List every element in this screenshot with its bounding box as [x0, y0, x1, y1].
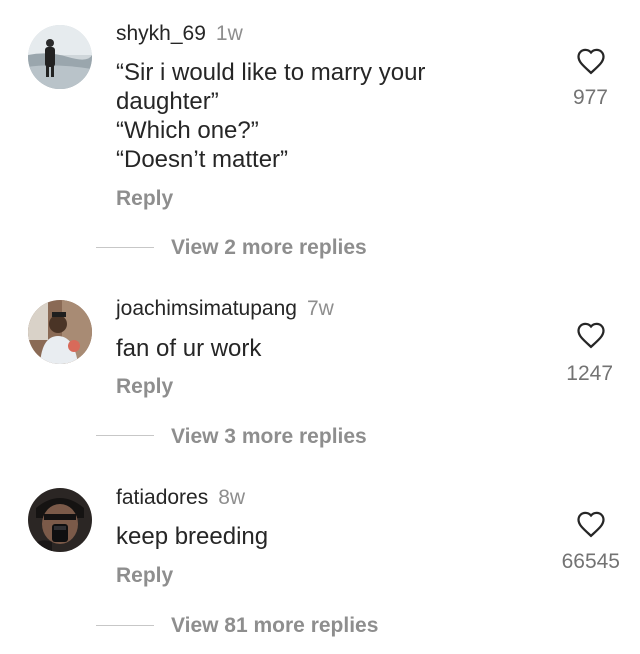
avatar-photo-icon [28, 488, 92, 552]
replies-divider [96, 625, 154, 626]
comment-username[interactable]: joachimsimatupang [116, 297, 297, 320]
comment-time: 7w [306, 297, 334, 320]
comment-time: 8w [218, 486, 246, 509]
comment-time: 1w [215, 22, 243, 45]
like-count: 977 [572, 86, 608, 109]
comment-text: keep breeding [116, 523, 269, 550]
avatar-photo-icon [28, 25, 92, 89]
replies-divider [96, 435, 154, 436]
view-replies-button[interactable]: View 81 more replies [171, 614, 378, 638]
avatar[interactable] [28, 488, 92, 552]
comment-username[interactable]: fatiadores [116, 486, 208, 509]
replies-divider [96, 247, 154, 248]
avatar-photo-icon [28, 300, 92, 364]
comment-text: “Sir i would like to marry your daughter… [116, 59, 426, 173]
comment-item: fatiadores 8w keep breeding Reply View 81… [0, 460, 640, 654]
heart-outline-icon[interactable] [576, 47, 606, 75]
view-replies-button[interactable]: View 3 more replies [171, 425, 367, 449]
comment-text: fan of ur work [116, 335, 262, 362]
reply-button[interactable]: Reply [116, 564, 173, 588]
heart-outline-icon[interactable] [576, 321, 606, 349]
reply-button[interactable]: Reply [116, 187, 173, 211]
like-count: 66545 [561, 550, 620, 573]
avatar[interactable] [28, 25, 92, 89]
heart-outline-icon[interactable] [576, 510, 606, 538]
comment-item: shykh_69 1w “Sir i would like to marry yo… [0, 0, 640, 260]
comment-item: joachimsimatupang 7w fan of ur work Reply… [0, 270, 640, 460]
comment-username[interactable]: shykh_69 [116, 22, 206, 45]
like-count: 1247 [566, 362, 613, 385]
view-replies-button[interactable]: View 2 more replies [171, 236, 367, 260]
avatar[interactable] [28, 300, 92, 364]
reply-button[interactable]: Reply [116, 375, 173, 399]
